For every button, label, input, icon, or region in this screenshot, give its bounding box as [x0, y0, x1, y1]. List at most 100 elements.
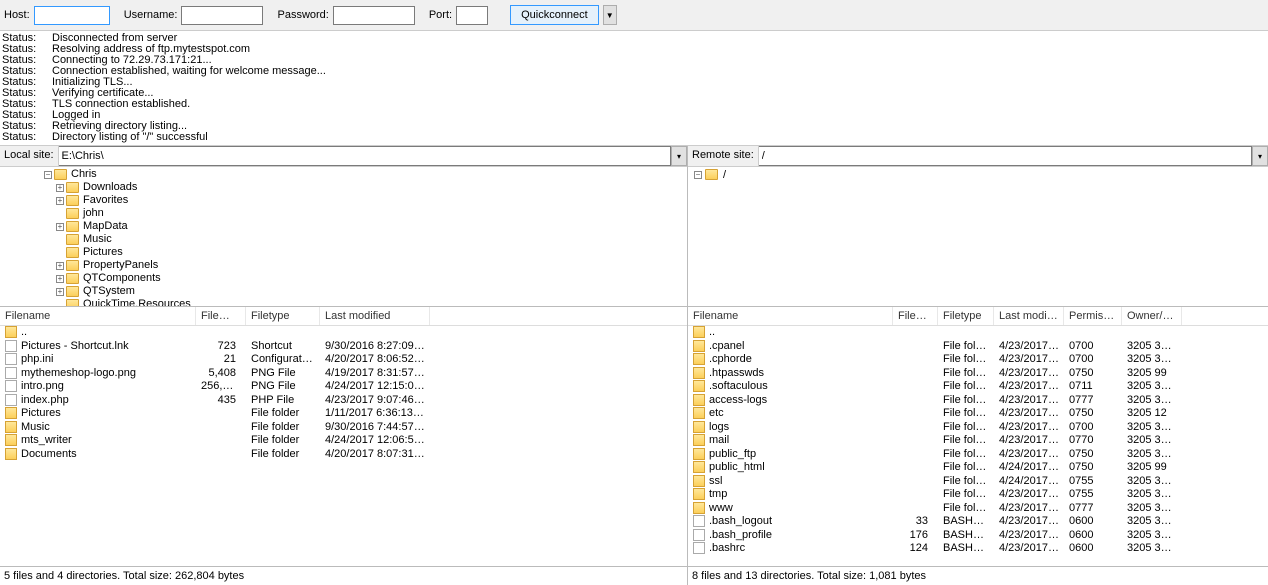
log-label: Status: — [0, 132, 52, 143]
col-filename[interactable]: Filename — [688, 307, 893, 325]
file-owner: 3205 3192 — [1122, 421, 1182, 435]
file-row[interactable]: .htpasswdsFile folder4/23/2017 9:29:...0… — [688, 367, 1268, 381]
file-row[interactable]: tmpFile folder4/23/2017 9:37:...07553205… — [688, 488, 1268, 502]
file-row[interactable]: .bash_logout33BASH_LOG...4/23/2017 9:29:… — [688, 515, 1268, 529]
file-row[interactable]: .bashrc124BASHRC File4/23/2017 9:29:...0… — [688, 542, 1268, 556]
tree-item[interactable]: + Downloads — [0, 181, 687, 194]
file-permissions: 0750 — [1064, 407, 1122, 421]
file-row[interactable]: public_ftpFile folder4/23/2017 9:29:...0… — [688, 448, 1268, 462]
tree-item-label: Downloads — [83, 181, 137, 194]
file-row[interactable]: php.ini21Configuration ...4/20/2017 8:06… — [0, 353, 687, 367]
tree-item[interactable]: john — [0, 207, 687, 220]
file-owner: 3205 3192 — [1122, 502, 1182, 516]
tree-item[interactable]: +QTSystem — [0, 285, 687, 298]
file-type: Configuration ... — [246, 353, 320, 367]
local-site-input[interactable] — [59, 146, 671, 166]
file-modified: 4/24/2017 12:1... — [994, 461, 1064, 475]
host-input[interactable] — [34, 6, 110, 25]
tree-expander-icon[interactable]: + — [56, 288, 64, 296]
remote-tree-pane[interactable]: − / — [688, 167, 1268, 307]
file-row[interactable]: DocumentsFile folder4/20/2017 8:07:31 ..… — [0, 448, 687, 462]
col-permissions[interactable]: Permissions — [1064, 307, 1122, 325]
file-name: .bash_logout — [709, 515, 772, 527]
file-row[interactable]: index.php435PHP File4/23/2017 9:07:46 ..… — [0, 394, 687, 408]
tree-item[interactable]: +MapData — [0, 220, 687, 233]
col-owner[interactable]: Owner/Gro... — [1122, 307, 1182, 325]
col-lastmodified[interactable]: Last modified — [994, 307, 1064, 325]
remote-site-dropdown[interactable]: ▾ — [1252, 146, 1268, 166]
username-input[interactable] — [181, 6, 263, 25]
file-icon — [693, 542, 705, 554]
tree-expander-icon[interactable]: + — [56, 275, 64, 283]
file-row[interactable]: MusicFile folder9/30/2016 7:44:57 ... — [0, 421, 687, 435]
file-modified: 4/23/2017 9:37:... — [994, 394, 1064, 408]
file-row[interactable]: wwwFile folder4/23/2017 9:29:...07773205… — [688, 502, 1268, 516]
tree-item[interactable]: Music — [0, 233, 687, 246]
file-name: public_ftp — [709, 448, 756, 460]
parent-dir-row[interactable]: .. — [0, 326, 687, 340]
file-name: Pictures - Shortcut.lnk — [21, 340, 129, 352]
file-row[interactable]: logsFile folder4/23/2017 9:37:...0700320… — [688, 421, 1268, 435]
quickconnect-dropdown[interactable]: ▼ — [603, 5, 617, 25]
port-input[interactable] — [456, 6, 488, 25]
col-filetype[interactable]: Filetype — [938, 307, 994, 325]
file-row[interactable]: Pictures - Shortcut.lnk723Shortcut9/30/2… — [0, 340, 687, 354]
folder-icon — [66, 208, 79, 219]
file-row[interactable]: .bash_profile176BASH_PRO...4/23/2017 9:2… — [688, 529, 1268, 543]
local-tree-pane[interactable]: −Chris + Downloads + Favoritesjohn+MapDataMu… — [0, 167, 687, 307]
file-size: 5,408 — [196, 367, 246, 381]
file-modified: 4/24/2017 12:15:04... — [320, 380, 430, 394]
file-type: File folder — [938, 434, 994, 448]
quickconnect-button[interactable]: Quickconnect — [510, 5, 599, 25]
parent-dir-row[interactable]: .. — [688, 326, 1268, 340]
log-message: Retrieving directory listing... — [52, 121, 1268, 132]
file-row[interactable]: mailFile folder4/23/2017 9:29:...0770320… — [688, 434, 1268, 448]
tree-expander-icon[interactable]: + — [56, 223, 64, 231]
file-icon — [693, 529, 705, 541]
tree-item[interactable]: + Favorites — [0, 194, 687, 207]
file-name: .cphorde — [709, 353, 752, 365]
file-modified: 4/23/2017 9:29:... — [994, 434, 1064, 448]
file-type: File folder — [938, 380, 994, 394]
tree-expander-icon[interactable]: + — [56, 197, 64, 205]
tree-expander-icon[interactable]: + — [56, 262, 64, 270]
file-row[interactable]: etcFile folder4/23/2017 9:29:...07503205… — [688, 407, 1268, 421]
tree-item-label: Pictures — [83, 246, 123, 259]
col-filename[interactable]: Filename — [0, 307, 196, 325]
col-filesize[interactable]: Filesize — [196, 307, 246, 325]
tree-expander-icon[interactable]: − — [694, 171, 702, 179]
tree-item-label: Favorites — [83, 194, 128, 207]
file-row[interactable]: public_htmlFile folder4/24/2017 12:1...0… — [688, 461, 1268, 475]
tree-item[interactable]: +QTComponents — [0, 272, 687, 285]
tree-item[interactable]: −Chris — [0, 168, 687, 181]
password-input[interactable] — [333, 6, 415, 25]
col-filetype[interactable]: Filetype — [246, 307, 320, 325]
col-lastmodified[interactable]: Last modified — [320, 307, 430, 325]
file-row[interactable]: PicturesFile folder1/11/2017 6:36:13 ... — [0, 407, 687, 421]
remote-tree-root[interactable]: / — [723, 169, 726, 181]
file-row[interactable]: mythemeshop-logo.png5,408PNG File4/19/20… — [0, 367, 687, 381]
file-row[interactable]: mts_writerFile folder4/24/2017 12:06:54.… — [0, 434, 687, 448]
col-filesize[interactable]: Filesize — [893, 307, 938, 325]
file-row[interactable]: .softaculousFile folder4/23/2017 9:31:..… — [688, 380, 1268, 394]
local-site-dropdown[interactable]: ▾ — [671, 146, 687, 166]
tree-expander-icon[interactable]: + — [56, 184, 64, 192]
folder-icon — [693, 340, 705, 352]
log-message: Resolving address of ftp.mytestspot.com — [52, 44, 1268, 55]
file-size: 124 — [893, 542, 938, 556]
file-row[interactable]: sslFile folder4/24/2017 12:5...07553205 … — [688, 475, 1268, 489]
file-row[interactable]: access-logsFile folder4/23/2017 9:37:...… — [688, 394, 1268, 408]
port-label: Port: — [429, 9, 452, 21]
username-label: Username: — [124, 9, 178, 21]
file-row[interactable]: .cphordeFile folder4/23/2017 9:29:...070… — [688, 353, 1268, 367]
tree-expander-icon[interactable]: − — [44, 171, 52, 179]
file-name: logs — [709, 421, 729, 433]
remote-site-input[interactable] — [759, 146, 1252, 166]
file-row[interactable]: .cpanelFile folder4/23/2017 9:37:...0700… — [688, 340, 1268, 354]
tree-item[interactable]: Pictures — [0, 246, 687, 259]
tree-item[interactable]: QuickTime.Resources — [0, 298, 687, 307]
tree-item[interactable]: +PropertyPanels — [0, 259, 687, 272]
file-row[interactable]: intro.png256,217PNG File4/24/2017 12:15:… — [0, 380, 687, 394]
folder-icon — [693, 353, 705, 365]
file-permissions: 0600 — [1064, 542, 1122, 556]
